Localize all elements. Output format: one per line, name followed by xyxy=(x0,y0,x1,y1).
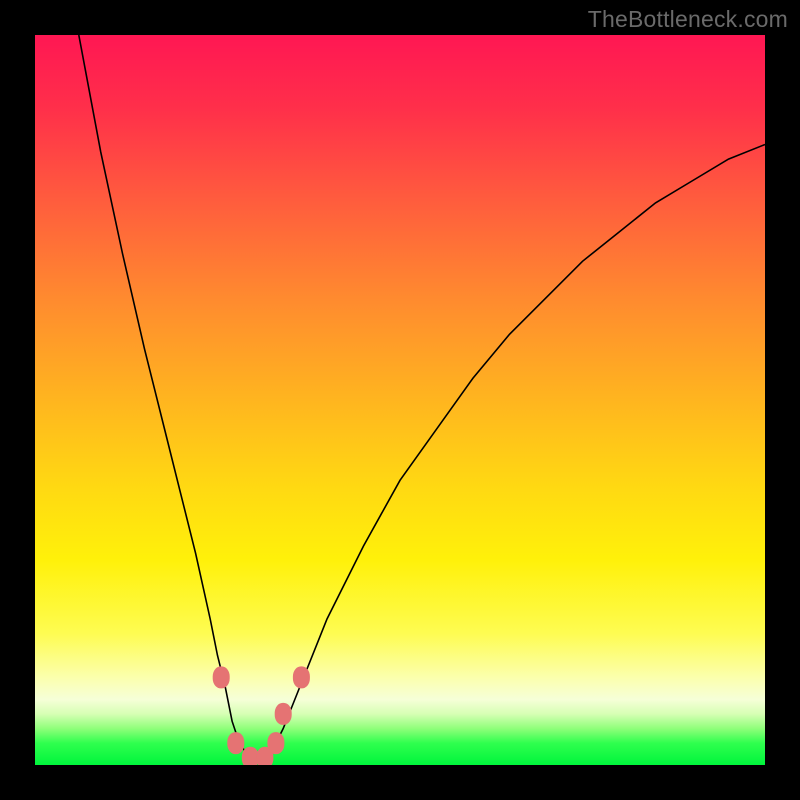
chart-canvas: TheBottleneck.com xyxy=(0,0,800,800)
bottleneck-curve xyxy=(79,35,765,758)
curve-markers xyxy=(213,666,310,765)
curve-marker xyxy=(293,666,310,688)
curve-marker xyxy=(275,703,292,725)
curve-marker xyxy=(227,732,244,754)
curve-svg xyxy=(35,35,765,765)
curve-marker xyxy=(242,747,259,765)
curve-marker xyxy=(267,732,284,754)
watermark-text: TheBottleneck.com xyxy=(588,6,788,33)
plot-area xyxy=(35,35,765,765)
curve-marker xyxy=(213,666,230,688)
